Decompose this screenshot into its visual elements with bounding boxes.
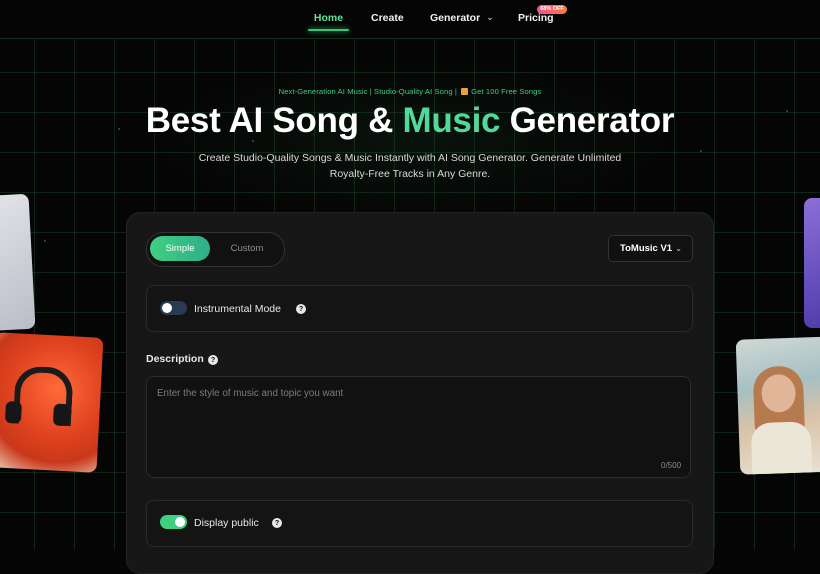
- toggle-knob: [175, 517, 185, 527]
- title-part2: Generator: [500, 101, 675, 140]
- help-icon[interactable]: ?: [208, 355, 218, 365]
- portrait-body: [750, 421, 813, 475]
- character-counter: 0/500: [661, 461, 682, 470]
- nav-home[interactable]: Home: [308, 12, 349, 24]
- model-select[interactable]: ToMusic V1 ⌄: [608, 235, 693, 262]
- top-nav: Home Create Generator ⌄ Pricing 68% OFF: [0, 0, 820, 39]
- album-art-right-top: [804, 198, 820, 328]
- nav-active-indicator: [308, 29, 349, 31]
- tagline-text: Next-Generation AI Music | Studio-Qualit…: [278, 87, 457, 96]
- chevron-down-icon: ⌄: [486, 12, 494, 22]
- display-public-toggle[interactable]: [160, 515, 187, 529]
- chevron-down-icon: ⌄: [675, 244, 682, 253]
- description-label: Description: [146, 353, 204, 365]
- instrumental-mode-label: Instrumental Mode: [194, 303, 281, 315]
- discount-badge: 68% OFF: [537, 5, 567, 14]
- headphone-cup: [4, 400, 23, 424]
- hero-tagline: Next-Generation AI Music | Studio-Qualit…: [0, 87, 820, 96]
- nav-generator-label: Generator: [430, 12, 481, 24]
- album-art-headphones: [0, 332, 104, 473]
- title-accent: Music: [402, 101, 501, 140]
- particle: [44, 240, 46, 242]
- model-select-value: ToMusic V1: [620, 243, 673, 254]
- nav-generator[interactable]: Generator ⌄: [430, 12, 494, 24]
- particle: [700, 150, 702, 152]
- nav-create[interactable]: Create: [371, 12, 404, 24]
- mode-custom-button[interactable]: Custom: [218, 236, 276, 261]
- help-icon[interactable]: ?: [296, 304, 306, 314]
- free-songs-text: Get 100 Free Songs: [471, 87, 542, 96]
- description-input[interactable]: Enter the style of music and topic you w…: [146, 376, 691, 478]
- title-part1: Best AI Song &: [145, 101, 403, 140]
- instrumental-mode-toggle[interactable]: [160, 301, 187, 315]
- help-icon[interactable]: ?: [272, 518, 282, 528]
- toggle-knob: [162, 303, 172, 313]
- display-public-label: Display public: [194, 517, 259, 529]
- mode-simple-button[interactable]: Simple: [150, 236, 210, 261]
- gift-icon: [461, 88, 469, 95]
- headphone-cup: [52, 403, 70, 427]
- hero-subtitle: Create Studio-Quality Songs & Music Inst…: [198, 152, 622, 180]
- page-title: Best AI Song & Music Generator: [0, 101, 820, 141]
- album-art-portrait: [735, 336, 820, 475]
